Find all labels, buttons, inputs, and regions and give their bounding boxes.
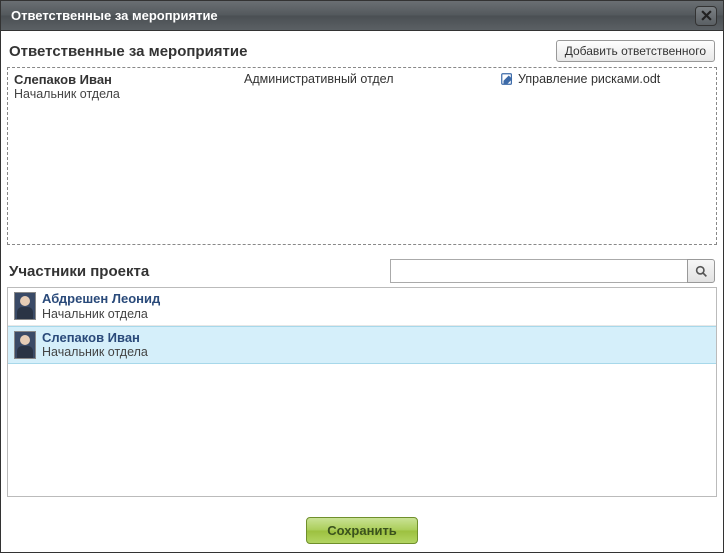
members-list: Абдрешен Леонид Начальник отдела Слепако… <box>7 287 717 497</box>
responsible-document[interactable]: Управление рисками.odt <box>518 72 660 86</box>
member-name: Абдрешен Леонид <box>42 291 160 307</box>
avatar <box>14 331 36 359</box>
members-search-button[interactable] <box>687 259 715 283</box>
members-search-input[interactable] <box>390 259 687 283</box>
responsible-role: Начальник отдела <box>14 87 244 101</box>
dialog-footer: Сохранить <box>1 508 723 552</box>
member-row[interactable]: Слепаков Иван Начальник отдела <box>8 326 716 365</box>
avatar <box>14 292 36 320</box>
close-button[interactable] <box>695 6 717 26</box>
responsibles-list: Слепаков Иван Начальник отдела Администр… <box>7 67 717 245</box>
dialog-title: Ответственные за мероприятие <box>11 8 218 23</box>
responsible-name: Слепаков Иван <box>14 72 244 87</box>
document-edit-icon <box>500 72 514 86</box>
save-button[interactable]: Сохранить <box>306 517 418 544</box>
responsible-row[interactable]: Слепаков Иван Начальник отдела Администр… <box>8 68 716 105</box>
responsibles-title: Ответственные за мероприятие <box>9 43 247 60</box>
member-name: Слепаков Иван <box>42 330 148 346</box>
close-icon <box>701 10 712 21</box>
member-row[interactable]: Абдрешен Леонид Начальник отдела <box>8 288 716 326</box>
search-icon <box>695 265 708 278</box>
dialog-titlebar: Ответственные за мероприятие <box>1 1 723 31</box>
responsible-department: Административный отдел <box>244 72 500 101</box>
member-role: Начальник отдела <box>42 307 160 322</box>
add-responsible-button[interactable]: Добавить ответственного <box>556 40 715 62</box>
members-title: Участники проекта <box>9 263 149 280</box>
member-role: Начальник отдела <box>42 345 148 360</box>
